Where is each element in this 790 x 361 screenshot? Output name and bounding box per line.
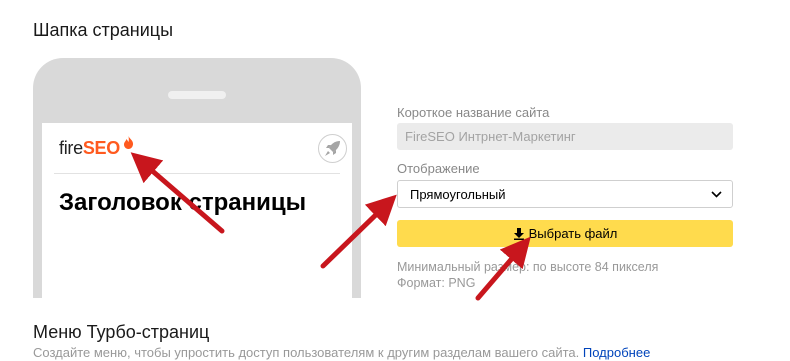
section-title-header: Шапка страницы [33,20,174,40]
site-logo: fireSEO [59,136,134,159]
phone-screen: fireSEO Заголовок страницы [42,123,352,298]
phone-speaker [168,91,226,99]
logo-text-seo: SEO [82,138,120,158]
chevron-down-icon [711,191,722,198]
choose-file-label: Выбрать файл [528,226,618,241]
preview-page-heading: Заголовок страницы [59,189,307,216]
site-name-field[interactable]: FireSEO Интрнет-Маркетинг [397,123,733,150]
choose-file-button[interactable]: Выбрать файл [397,220,733,247]
logo-text-fire: fire [59,138,83,158]
display-select-value: Прямоугольный [410,187,506,202]
phone-mockup: fireSEO Заголовок страницы [33,58,361,298]
display-select[interactable]: Прямоугольный [397,180,733,208]
download-icon [513,228,524,240]
more-link[interactable]: Подробнее [583,345,650,360]
rocket-button[interactable] [318,134,347,163]
section-title-menu: Меню Турбо-страниц [33,322,210,342]
menu-description: Создайте меню, чтобы упростить доступ по… [33,345,650,360]
menu-description-text: Создайте меню, чтобы упростить доступ по… [33,345,580,360]
site-name-label: Короткое название сайта [397,105,550,120]
preview-divider [54,173,340,174]
rocket-icon [325,141,340,156]
hint-min-size: Минимальный размер: по высоте 84 пикселя [397,260,659,274]
display-label: Отображение [397,161,480,176]
flame-icon [124,136,134,149]
hint-format: Формат: PNG [397,276,476,290]
